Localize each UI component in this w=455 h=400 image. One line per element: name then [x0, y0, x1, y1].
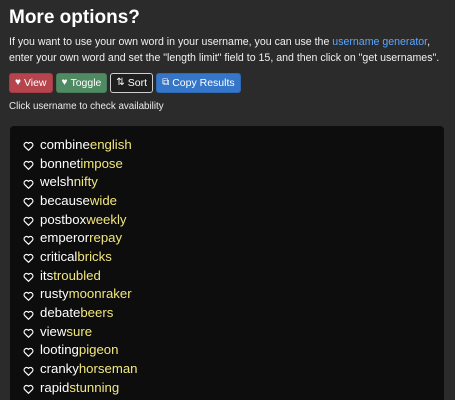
username-second-word: english — [89, 136, 132, 152]
username-item[interactable]: rapid stunning — [23, 378, 138, 397]
copy-results-button-label: Copy Results — [172, 77, 235, 89]
username-second-word: moonraker — [68, 286, 132, 302]
username-item[interactable]: critical bricks — [23, 247, 138, 266]
heart-outline-icon[interactable] — [23, 251, 34, 264]
username-first-word: rapid — [40, 379, 70, 395]
heart-outline-icon[interactable] — [23, 289, 34, 301]
username-item[interactable]: view sure — [23, 322, 138, 341]
username-second-word: nifty — [73, 174, 98, 190]
username-second-word: sure — [66, 323, 93, 339]
username-first-word: postbox — [40, 211, 87, 227]
heart-outline-icon[interactable] — [23, 308, 34, 320]
username-first-word: rusty — [40, 286, 69, 302]
username-second-word: beers — [80, 305, 114, 321]
heart-outline-icon[interactable] — [23, 345, 34, 357]
intro-text-before: If you want to use your own word in your… — [9, 36, 333, 48]
username-item[interactable]: emperor repay — [23, 228, 138, 247]
copy-results-button[interactable]: ⧉ Copy Results — [156, 73, 241, 93]
username-first-word: combine — [40, 136, 90, 152]
copy-icon: ⧉ — [162, 77, 170, 88]
results-panel: combine english bonnet impose welsh nifty beca… — [10, 126, 444, 400]
username-item[interactable]: debate beers — [23, 303, 138, 322]
username-first-word: view — [40, 323, 67, 339]
username-first-word: looting — [40, 342, 79, 358]
username-second-word: stunning — [69, 379, 120, 395]
username-first-word: emperor — [40, 230, 90, 246]
view-button[interactable]: ♥ View — [9, 73, 53, 93]
heart-outline-icon[interactable] — [23, 364, 34, 376]
action-buttons: ♥ View ♥ Toggle ⇅ Sort ⧉ Copy Results — [9, 73, 241, 93]
username-second-word: pigeon — [78, 342, 119, 358]
username-second-word: bricks — [77, 248, 112, 264]
toggle-button-label: Toggle — [70, 77, 102, 89]
heart-outline-icon[interactable] — [23, 326, 34, 339]
username-item[interactable]: postbox weekly — [23, 210, 138, 229]
username-first-word: bonnet — [40, 155, 81, 171]
intro-text: If you want to use your own word in your… — [9, 34, 449, 66]
username-second-word: impose — [80, 155, 123, 171]
page: More options? If you want to use your ow… — [0, 0, 455, 400]
username-item[interactable]: combine english — [23, 135, 138, 154]
heart-outline-icon[interactable] — [23, 270, 34, 283]
username-first-word: cranky — [40, 361, 79, 377]
username-second-word: weekly — [86, 211, 127, 227]
username-list: combine english bonnet impose welsh nifty beca… — [23, 135, 138, 397]
username-first-word: critical — [40, 248, 78, 264]
username-second-word: troubled — [53, 267, 101, 283]
username-item[interactable]: welsh nifty — [23, 172, 138, 191]
heart-icon: ♥ — [15, 77, 21, 88]
username-item[interactable]: bonnet impose — [23, 154, 138, 173]
sort-button[interactable]: ⇅ Sort — [110, 73, 154, 93]
view-button-label: View — [23, 77, 47, 89]
heart-outline-icon[interactable] — [23, 158, 34, 170]
heart-outline-icon[interactable] — [23, 214, 34, 227]
heart-icon: ♥ — [61, 77, 68, 88]
username-first-word: welsh — [40, 174, 74, 190]
username-first-word: because — [40, 192, 90, 208]
page-title: More options? — [9, 7, 140, 28]
heart-outline-icon[interactable] — [23, 177, 34, 189]
username-first-word: its — [40, 267, 54, 283]
toggle-button[interactable]: ♥ Toggle — [55, 73, 108, 93]
username-item[interactable]: rusty moonraker — [23, 285, 138, 304]
heart-outline-icon[interactable] — [23, 139, 34, 152]
availability-hint: Click username to check availability — [9, 101, 164, 112]
username-generator-link[interactable]: username generator — [332, 36, 427, 48]
username-item[interactable]: looting pigeon — [23, 341, 138, 360]
username-item[interactable]: because wide — [23, 191, 138, 210]
username-item[interactable]: cranky horseman — [23, 359, 138, 378]
username-second-word: repay — [89, 230, 123, 246]
heart-outline-icon[interactable] — [23, 195, 34, 208]
heart-outline-icon[interactable] — [23, 233, 34, 245]
username-second-word: wide — [89, 192, 117, 208]
heart-outline-icon[interactable] — [23, 382, 34, 395]
sort-button-label: Sort — [127, 77, 148, 89]
username-item[interactable]: its troubled — [23, 266, 138, 285]
sort-arrows-icon: ⇅ — [116, 77, 125, 88]
username-second-word: horseman — [78, 361, 138, 377]
username-first-word: debate — [40, 305, 81, 321]
